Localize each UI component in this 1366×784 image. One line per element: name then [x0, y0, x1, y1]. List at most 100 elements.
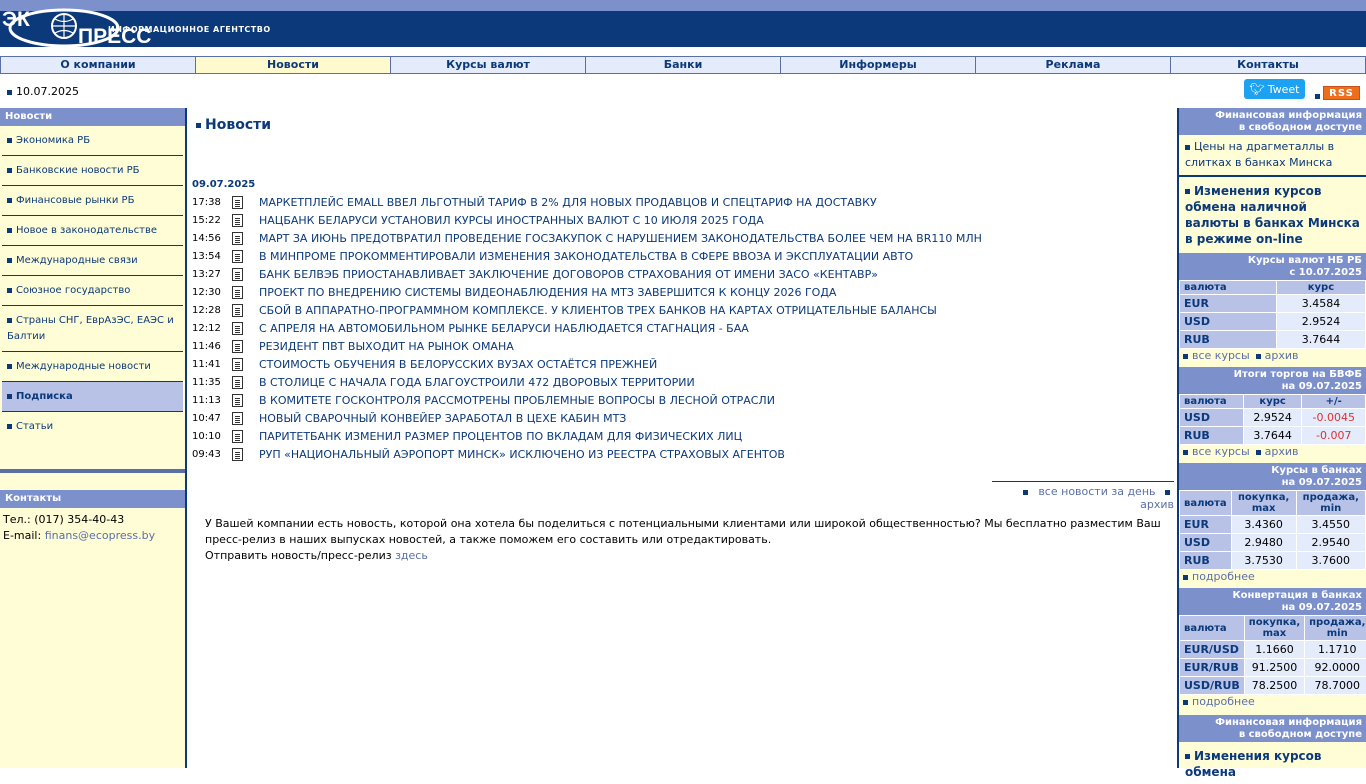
left-item-label: Международные связи: [16, 255, 138, 266]
exchange-online-link[interactable]: Изменения курсов обмена наличной валюты …: [1185, 184, 1360, 246]
exchange-link-2[interactable]: Изменения курсов обмена: [1185, 749, 1321, 779]
left-sidebar: Новости Экономика РБ Банковские новости …: [0, 108, 187, 768]
news-title-link[interactable]: ПРОЕКТ ПО ВНЕДРЕНИЮ СИСТЕМЫ ВИДЕОНАБЛЮДЕ…: [259, 286, 836, 299]
contact-phone: Тел.: (017) 354-40-43: [3, 513, 125, 526]
document-icon[interactable]: [232, 303, 243, 317]
currency-cell: USD: [1179, 408, 1244, 427]
news-archive-link[interactable]: архив: [1140, 498, 1174, 511]
news-title-link[interactable]: РУП «НАЦИОНАЛЬНЫЙ АЭРОПОРТ МИНСК» ИСКЛЮЧ…: [259, 448, 785, 461]
left-item-economy[interactable]: Экономика РБ: [2, 126, 183, 156]
all-rates-link[interactable]: все курсы: [1192, 349, 1250, 362]
bullet-icon: [7, 167, 12, 173]
bvfb-all-rates-link[interactable]: все курсы: [1192, 445, 1250, 458]
news-title-link[interactable]: С АПРЕЛЯ НА АВТОМОБИЛЬНОМ РЫНКЕ БЕЛАРУСИ…: [259, 322, 749, 335]
news-title-link[interactable]: В МИНПРОМЕ ПРОКОММЕНТИРОВАЛИ ИЗМЕНЕНИЯ З…: [259, 250, 913, 263]
change-cell: -0.0045: [1301, 408, 1366, 427]
document-icon[interactable]: [232, 231, 243, 245]
tweet-button[interactable]: 🐦︎ Tweet: [1244, 79, 1305, 99]
news-title-link[interactable]: НАЦБАНК БЕЛАРУСИ УСТАНОВИЛ КУРСЫ ИНОСТРА…: [259, 214, 764, 227]
fin-info-heading: Финансовая информация в свободном доступе: [1179, 108, 1366, 135]
conversion-more-link[interactable]: подробнее: [1192, 695, 1255, 708]
bvfb-archive-link[interactable]: архив: [1265, 445, 1299, 458]
banks-heading-line2: на 09.07.2025: [1281, 477, 1362, 488]
left-item-label: Новое в законодательстве: [16, 225, 157, 236]
rate-cell: 2.9524: [1275, 312, 1366, 331]
document-icon[interactable]: [232, 357, 243, 371]
document-icon[interactable]: [232, 393, 243, 407]
menu-news[interactable]: Новости: [196, 56, 391, 74]
document-icon[interactable]: [232, 429, 243, 443]
banks-rates-heading: Курсы в банках на 09.07.2025: [1179, 463, 1366, 490]
menu-banks[interactable]: Банки: [586, 56, 781, 74]
exchange-block-2: Изменения курсов обмена: [1179, 742, 1366, 784]
left-item-world-news[interactable]: Международные новости: [2, 352, 183, 382]
currency-cell: EUR: [1179, 294, 1277, 313]
promo-here-link[interactable]: здесь: [395, 549, 428, 562]
document-icon[interactable]: [232, 267, 243, 281]
news-title-link[interactable]: МАРКЕТПЛЕЙС EMALL ВВЕЛ ЛЬГОТНЫЙ ТАРИФ В …: [259, 196, 877, 209]
document-icon[interactable]: [232, 213, 243, 227]
news-time: 15:22: [192, 214, 221, 226]
col-header: валюта: [1179, 490, 1232, 516]
nb-rates-table: валюта курс EUR 3.4584 USD 2.9524 RUB 3.7644: [1179, 280, 1366, 349]
twitter-bird-icon: 🐦︎: [1249, 82, 1265, 96]
ecopress-logo[interactable]: ЭК ПРЕСС: [2, 6, 192, 50]
banks-more-link[interactable]: подробнее: [1192, 570, 1255, 583]
document-icon[interactable]: [232, 411, 243, 425]
left-item-articles[interactable]: Статьи: [2, 412, 183, 441]
rates-archive-link[interactable]: архив: [1265, 349, 1299, 362]
news-title-link[interactable]: ПАРИТЕТБАНК ИЗМЕНИЛ РАЗМЕР ПРОЦЕНТОВ ПО …: [259, 430, 742, 443]
document-icon[interactable]: [232, 195, 243, 209]
fin-info-heading-line2: в свободном доступе: [1238, 122, 1362, 133]
left-item-legislation[interactable]: Новое в законодательстве: [2, 216, 183, 246]
news-list: 17:38 МАРКЕТПЛЕЙС EMALL ВВЕЛ ЛЬГОТНЫЙ ТАР…: [192, 193, 1177, 463]
document-icon[interactable]: [232, 375, 243, 389]
document-icon[interactable]: [232, 321, 243, 335]
news-title-link[interactable]: В КОМИТЕТЕ ГОСКОНТРОЛЯ РАССМОТРЕНЫ ПРОБЛ…: [259, 394, 775, 407]
document-icon[interactable]: [232, 249, 243, 263]
news-title-link[interactable]: В СТОЛИЦЕ С НАЧАЛА ГОДА БЛАГОУСТРОИЛИ 47…: [259, 376, 695, 389]
left-item-union-state[interactable]: Союзное государство: [2, 276, 183, 306]
menu-about[interactable]: О компании: [0, 56, 196, 74]
left-item-banking[interactable]: Банковские новости РБ: [2, 156, 183, 186]
news-title-link[interactable]: МАРТ ЗА ИЮНЬ ПРЕДОТВРАТИЛ ПРОВЕДЕНИЕ ГОС…: [259, 232, 982, 245]
news-title-link[interactable]: РЕЗИДЕНТ ПВТ ВЫХОДИТ НА РЫНОК ОМАНА: [259, 340, 514, 353]
rss-button[interactable]: RSS: [1323, 86, 1360, 100]
svg-text:ЭК: ЭК: [2, 8, 30, 31]
news-title-link[interactable]: БАНК БЕЛВЭБ ПРИОСТАНАВЛИВАЕТ ЗАКЛЮЧЕНИЕ …: [259, 268, 878, 281]
document-icon[interactable]: [232, 285, 243, 299]
menu-informers[interactable]: Информеры: [781, 56, 976, 74]
email-link[interactable]: finans@ecopress.by: [45, 529, 155, 542]
metals-link[interactable]: Цены на драгметаллы в слитках в банках М…: [1185, 140, 1334, 169]
left-news-list: Экономика РБ Банковские новости РБ Финан…: [0, 126, 185, 441]
document-icon[interactable]: [232, 447, 243, 461]
top-strip: [0, 0, 1366, 11]
left-item-cis[interactable]: Страны СНГ, ЕврАзЭС, ЕАЭС и Балтии: [2, 306, 183, 352]
banks-links: подробнее: [1179, 570, 1366, 588]
news-time: 11:35: [192, 376, 221, 388]
news-time: 10:47: [192, 412, 221, 424]
news-title-link[interactable]: СБОЙ В АППАРАТНО-ПРОГРАММНОМ КОМПЛЕКСЕ. …: [259, 304, 937, 317]
left-item-label: Статьи: [16, 421, 54, 432]
document-icon[interactable]: [232, 339, 243, 353]
news-row: 11:41 СТОИМОСТЬ ОБУЧЕНИЯ В БЕЛОРУССКИХ ВУ…: [192, 355, 1177, 373]
bullet-icon: [7, 287, 12, 293]
buy-cell: 3.4360: [1230, 515, 1297, 534]
left-item-subscription[interactable]: Подписка: [2, 382, 183, 412]
news-title-link[interactable]: НОВЫЙ СВАРОЧНЫЙ КОНВЕЙЕР ЗАРАБОТАЛ В ЦЕХ…: [259, 412, 626, 425]
news-title-link[interactable]: СТОИМОСТЬ ОБУЧЕНИЯ В БЕЛОРУССКИХ ВУЗАХ О…: [259, 358, 657, 371]
menu-ads[interactable]: Реклама: [976, 56, 1171, 74]
all-news-link[interactable]: все новости за день: [1038, 485, 1155, 498]
nb-rates-heading: Курсы валют НБ РБ с 10.07.2025: [1179, 253, 1366, 280]
left-item-international[interactable]: Международные связи: [2, 246, 183, 276]
promo-text: У Вашей компании есть новость, которой о…: [205, 516, 1162, 564]
news-row: 15:22 НАЦБАНК БЕЛАРУСИ УСТАНОВИЛ КУРСЫ ИН…: [192, 211, 1177, 229]
news-row: 10:47 НОВЫЙ СВАРОЧНЫЙ КОНВЕЙЕР ЗАРАБОТАЛ …: [192, 409, 1177, 427]
menu-rates[interactable]: Курсы валют: [391, 56, 586, 74]
news-time: 10:10: [192, 430, 221, 442]
news-row: 17:38 МАРКЕТПЛЕЙС EMALL ВВЕЛ ЛЬГОТНЫЙ ТАР…: [192, 193, 1177, 211]
col-header: покупка, max: [1243, 615, 1306, 641]
sell-cell: 3.4550: [1295, 515, 1366, 534]
menu-contacts[interactable]: Контакты: [1171, 56, 1366, 74]
left-item-markets[interactable]: Финансовые рынки РБ: [2, 186, 183, 216]
